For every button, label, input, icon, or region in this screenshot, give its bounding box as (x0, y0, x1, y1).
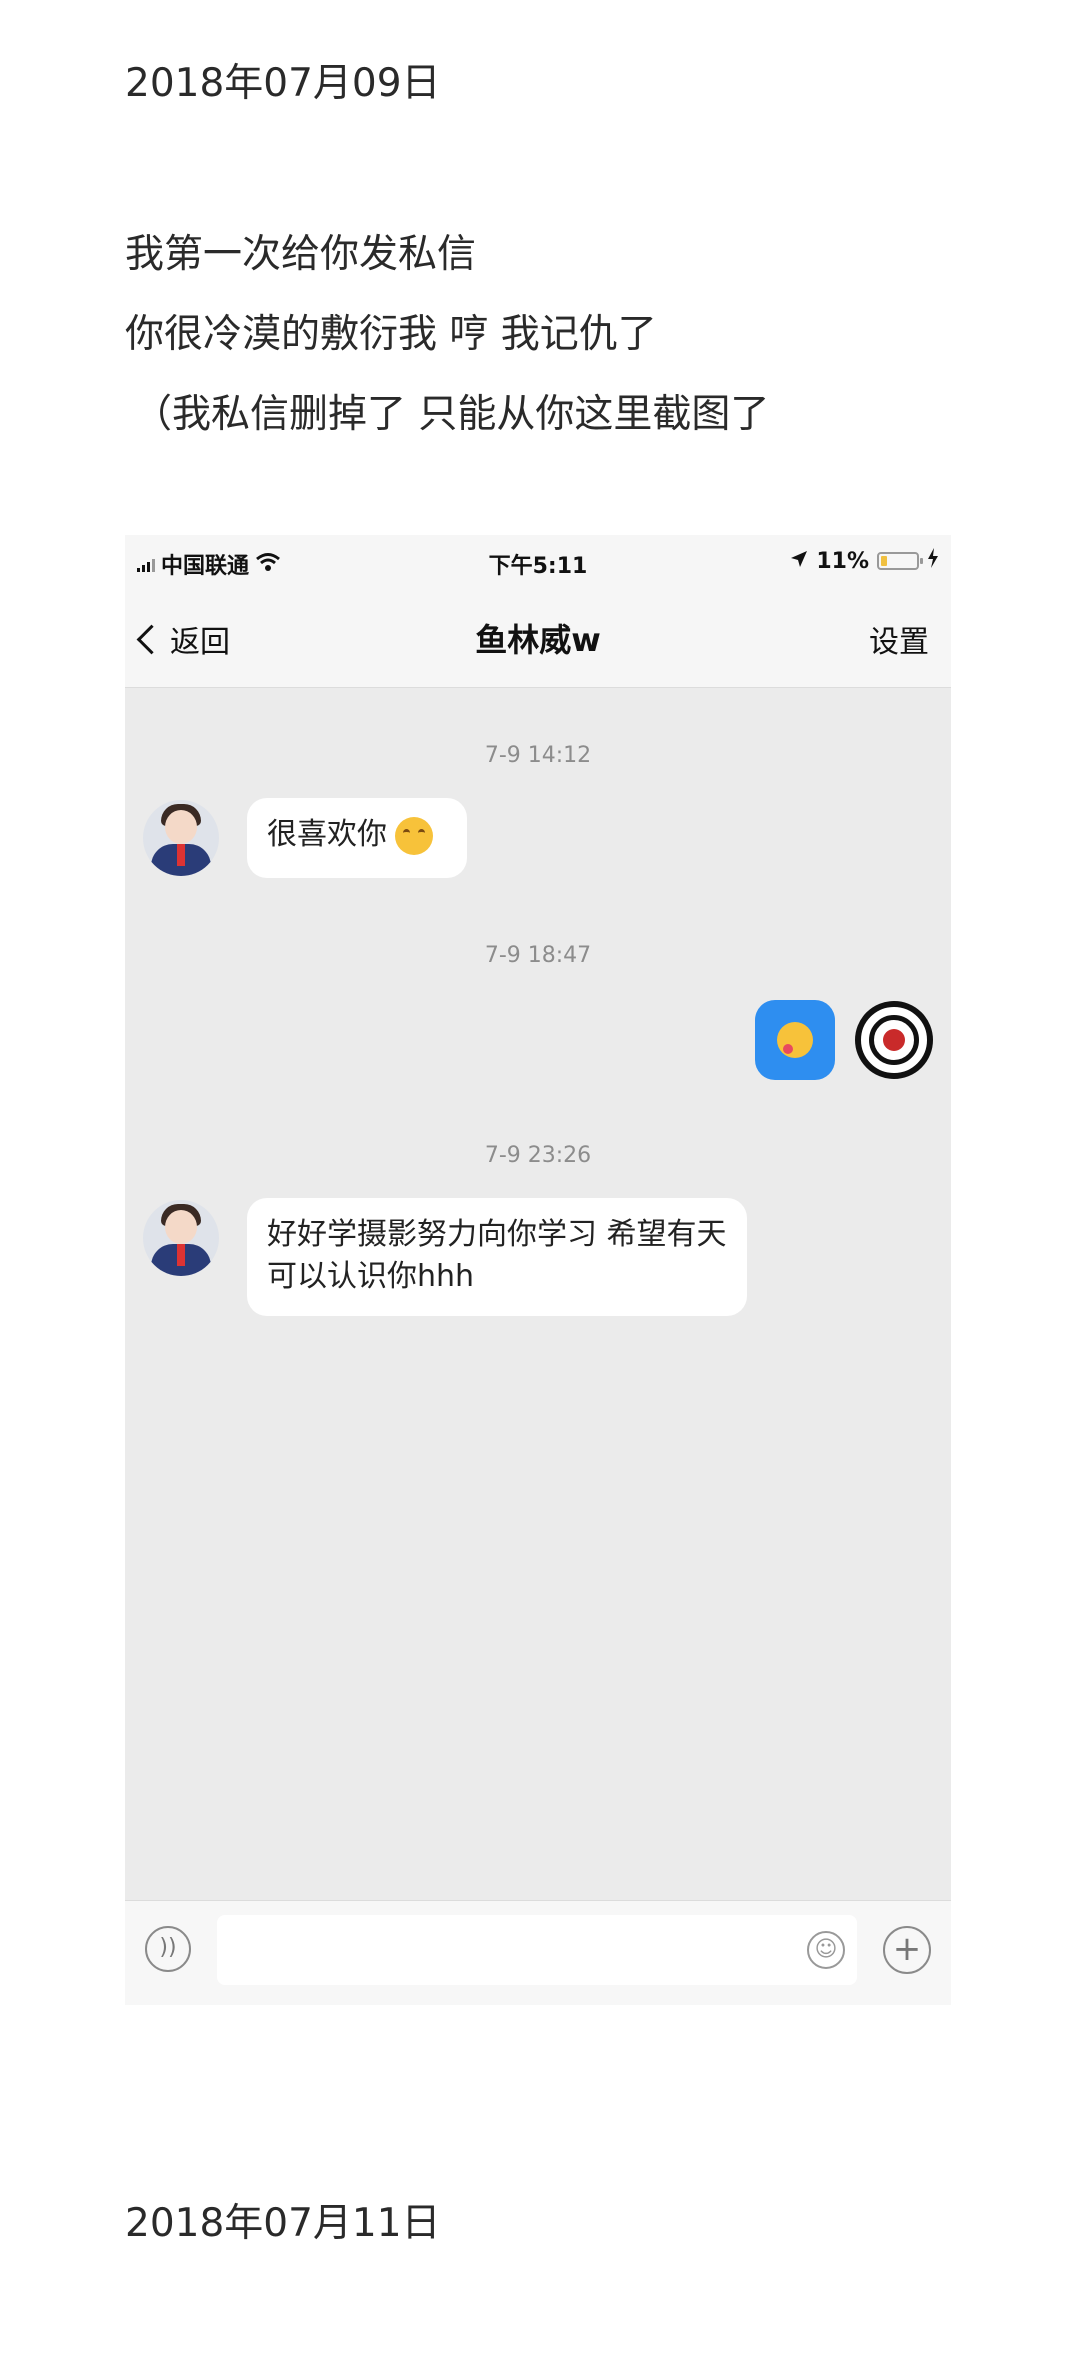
voice-icon[interactable]: )) (145, 1926, 191, 1972)
message-timestamp: 7-9 14:12 (484, 743, 592, 768)
message-list: 7-9 14:12 很喜欢你 7-9 18:47 7-9 23:26 好好学摄影… (125, 688, 951, 1900)
contact-avatar[interactable] (143, 800, 219, 876)
message-text: 好好学摄影努力向你学习 希望有天可以认识你hhh (267, 1217, 727, 1294)
input-bar: )) ☺ + (125, 1900, 951, 2005)
battery-icon (877, 552, 923, 570)
message-timestamp: 7-9 18:47 (484, 943, 592, 968)
tongue-emoji-icon (777, 1022, 813, 1058)
chat-screenshot: 中国联通 下午5:11 11% 返回 鱼林威w 设置 7-9 14:12 很喜欢… (125, 535, 951, 2005)
chat-title: 鱼林威w (475, 621, 601, 659)
message-input[interactable]: ☺ (217, 1915, 857, 1985)
message-bubble[interactable]: 好好学摄影努力向你学习 希望有天可以认识你hhh (247, 1198, 747, 1316)
charging-bolt-icon (927, 548, 939, 574)
my-avatar[interactable] (855, 1001, 933, 1079)
chat-header: 返回 鱼林威w 设置 (125, 587, 951, 688)
post-line-1: 我第一次给你发私信 (125, 232, 477, 277)
battery-percent: 11% (816, 548, 869, 574)
post-line-3: （我私信删掉了 只能从你这里截图了 (133, 392, 770, 437)
post-line-2: 你很冷漠的敷衍我 哼 我记仇了 (125, 312, 657, 357)
settings-button[interactable]: 设置 (869, 617, 929, 661)
message-text: 很喜欢你 (267, 817, 387, 852)
location-arrow-icon (790, 549, 808, 574)
status-bar: 中国联通 下午5:11 11% (125, 535, 951, 587)
my-sticker-bubble[interactable] (755, 1000, 835, 1080)
message-timestamp: 7-9 23:26 (484, 1143, 592, 1168)
hugging-emoji-icon (395, 816, 433, 855)
smiley-icon[interactable]: ☺ (807, 1931, 845, 1969)
post-date-top: 2018年07月09日 (125, 61, 441, 106)
post-date-bottom: 2018年07月11日 (125, 2201, 441, 2246)
message-bubble[interactable]: 很喜欢你 (247, 798, 467, 878)
plus-icon[interactable]: + (883, 1926, 931, 1974)
contact-avatar[interactable] (143, 1200, 219, 1276)
